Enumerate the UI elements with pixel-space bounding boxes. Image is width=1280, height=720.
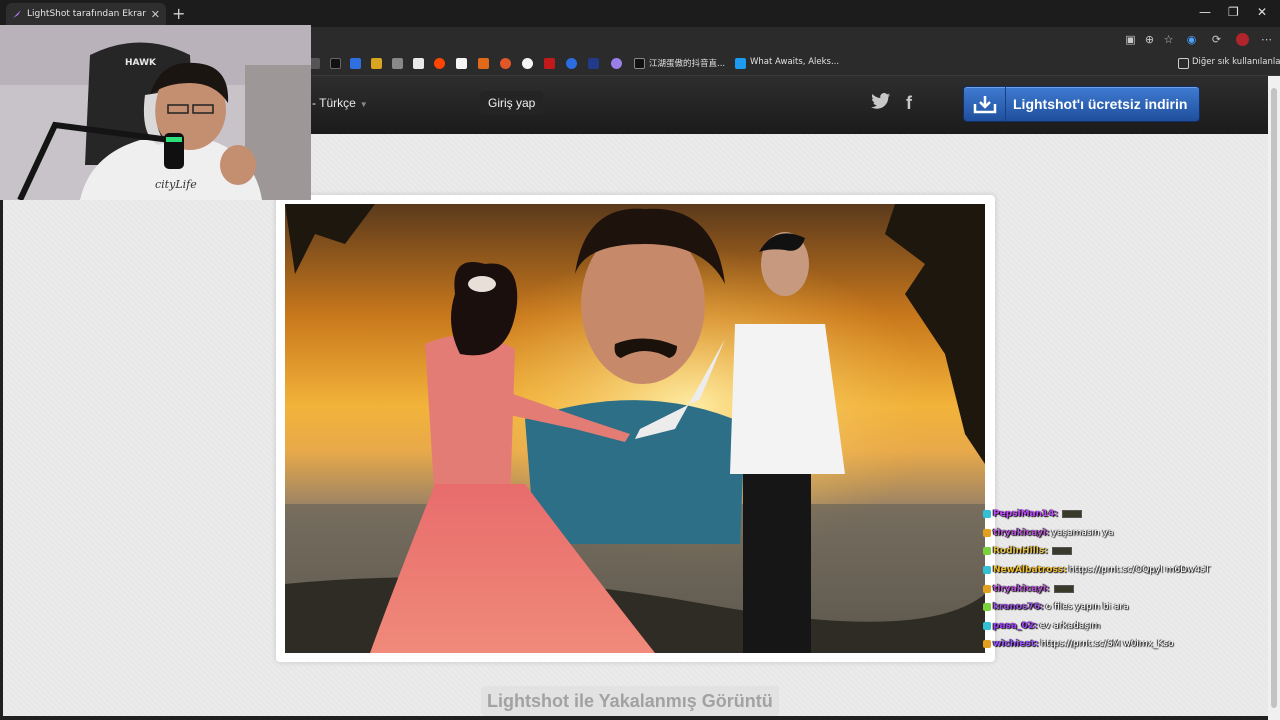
chat-message: NewAlbatross: https://prnt.sc/OQpyl m6Dw4…: [983, 561, 1273, 580]
bookmark-icon[interactable]: [456, 58, 467, 69]
chat-emote-icon: [1051, 547, 1072, 556]
extensions-icon[interactable]: ⟳: [1210, 33, 1223, 46]
chat-badge-icon: [983, 510, 991, 519]
chat-message: RodinHills:: [983, 542, 1273, 561]
chat-username: pasa_02:: [993, 620, 1038, 631]
chat-badge-icon: [983, 566, 991, 575]
facebook-icon[interactable]: f: [906, 93, 912, 114]
chat-username: NewAlbatross:: [993, 565, 1067, 576]
language-label: - Türkçe: [312, 96, 356, 110]
chat-message: tiryakicayi:: [983, 579, 1273, 598]
language-selector[interactable]: - Türkçe ▼: [312, 96, 368, 110]
other-bookmarks[interactable]: Diğer sık kullanılanlar: [1192, 57, 1280, 67]
shirt-print: cityLife: [155, 178, 197, 191]
chat-badge-icon: [983, 547, 991, 556]
chat-badge-icon: [983, 621, 991, 630]
page-caption: Lightshot ile Yakalanmış Görüntü: [481, 686, 779, 716]
bookmark-icon[interactable]: [611, 58, 622, 69]
tab-title: LightShot tarafından Ekran Görüntüsü: [27, 9, 146, 19]
login-link[interactable]: Giriş yap: [480, 91, 544, 115]
bookmark-icon[interactable]: [478, 58, 489, 69]
close-window-button[interactable]: ✕: [1257, 5, 1267, 19]
chat-username: wichiest:: [993, 639, 1039, 650]
chat-message: wichiest: https://prnt.sc/SM w0imx_Kso: [983, 635, 1273, 654]
chevron-down-icon: ▼: [359, 100, 368, 109]
favorite-star-icon[interactable]: ☆: [1162, 33, 1175, 46]
chat-badge-icon: [983, 603, 991, 612]
download-button-label: Lightshot'ı ücretsiz indirin: [1013, 96, 1188, 112]
tab-strip: LightShot tarafından Ekran Görüntüsü ✕ +…: [0, 0, 1280, 27]
twitter-icon[interactable]: [735, 58, 746, 69]
chat-text: ev arkadaşım: [1039, 620, 1101, 631]
zoom-icon[interactable]: ⊕: [1143, 33, 1156, 46]
chat-badge-icon: [983, 640, 991, 649]
profile-avatar[interactable]: [1236, 33, 1249, 46]
reddit-icon[interactable]: [434, 58, 445, 69]
headset-brand: HAWK: [125, 58, 157, 68]
stream-chat: PepsiMan14: tiryakicayi: yaşamasın ya Rodin…: [983, 505, 1273, 654]
more-menu-icon[interactable]: ⋯: [1260, 33, 1273, 46]
read-aloud-icon[interactable]: ◉: [1185, 33, 1198, 46]
webcam-feed: HAWK cityLife: [0, 25, 311, 200]
screenshot-image[interactable]: [285, 204, 985, 653]
chat-username: tiryakicayi:: [993, 527, 1050, 538]
browser-tab[interactable]: LightShot tarafından Ekran Görüntüsü ✕: [6, 3, 166, 25]
chat-message: kranos76: o files yapın bi ara: [983, 598, 1273, 617]
split-screen-icon[interactable]: ▣: [1124, 33, 1137, 46]
folder-icon: [1178, 58, 1189, 69]
twitter-icon[interactable]: [871, 93, 891, 114]
chat-message: tiryakicayi: yaşamasın ya: [983, 524, 1273, 543]
chat-username: RodinHills:: [993, 546, 1048, 557]
chat-text: https://prnt.sc/OQpyl m6Dw4sT: [1068, 565, 1211, 576]
minimize-button[interactable]: —: [1199, 5, 1211, 19]
bookmark-icon[interactable]: [392, 58, 403, 69]
bookmark-icon[interactable]: [371, 58, 382, 69]
bookmark-icon[interactable]: [413, 58, 424, 69]
chat-badge-icon: [983, 584, 991, 593]
webcam-overlay: HAWK cityLife: [0, 25, 311, 200]
tab-close-icon[interactable]: ✕: [151, 8, 160, 21]
chat-text: o files yapın bi ara: [1045, 602, 1129, 613]
bookmark-icon[interactable]: [588, 58, 599, 69]
chat-text: https://prnt.sc/SM w0imx_Kso: [1040, 639, 1174, 650]
chat-emote-icon: [1062, 510, 1083, 519]
chat-message: PepsiMan14:: [983, 505, 1273, 524]
chat-badge-icon: [983, 528, 991, 537]
x-icon[interactable]: [330, 58, 341, 69]
download-button[interactable]: Lightshot'ı ücretsiz indirin: [963, 86, 1200, 122]
tiktok-icon[interactable]: [634, 58, 645, 69]
bookmark-icon[interactable]: [544, 58, 555, 69]
screen: LightShot tarafından Ekran Görüntüsü ✕ +…: [0, 0, 1280, 720]
bookmark-label[interactable]: 江湖蛋傲的抖音直...: [649, 57, 725, 69]
lightshot-feather-icon: [13, 10, 21, 18]
new-tab-button[interactable]: +: [172, 4, 185, 23]
sunset-couple-image: [285, 204, 985, 653]
chat-username: kranos76:: [993, 602, 1044, 613]
bookmark-icon[interactable]: [350, 58, 361, 69]
bookmark-icon[interactable]: [500, 58, 511, 69]
chat-username: tiryakicayi:: [993, 583, 1050, 594]
bookmark-icon[interactable]: [522, 58, 533, 69]
bookmark-icon[interactable]: [566, 58, 577, 69]
bookmark-label[interactable]: What Awaits, Aleks...: [750, 57, 839, 67]
chat-message: pasa_02: ev arkadaşım: [983, 617, 1273, 636]
chat-emote-icon: [1053, 584, 1074, 593]
maximize-button[interactable]: ❐: [1228, 5, 1239, 19]
download-tray-icon: [964, 87, 1006, 121]
chat-username: PepsiMan14:: [993, 509, 1059, 520]
chat-text: yaşamasın ya: [1051, 527, 1114, 538]
